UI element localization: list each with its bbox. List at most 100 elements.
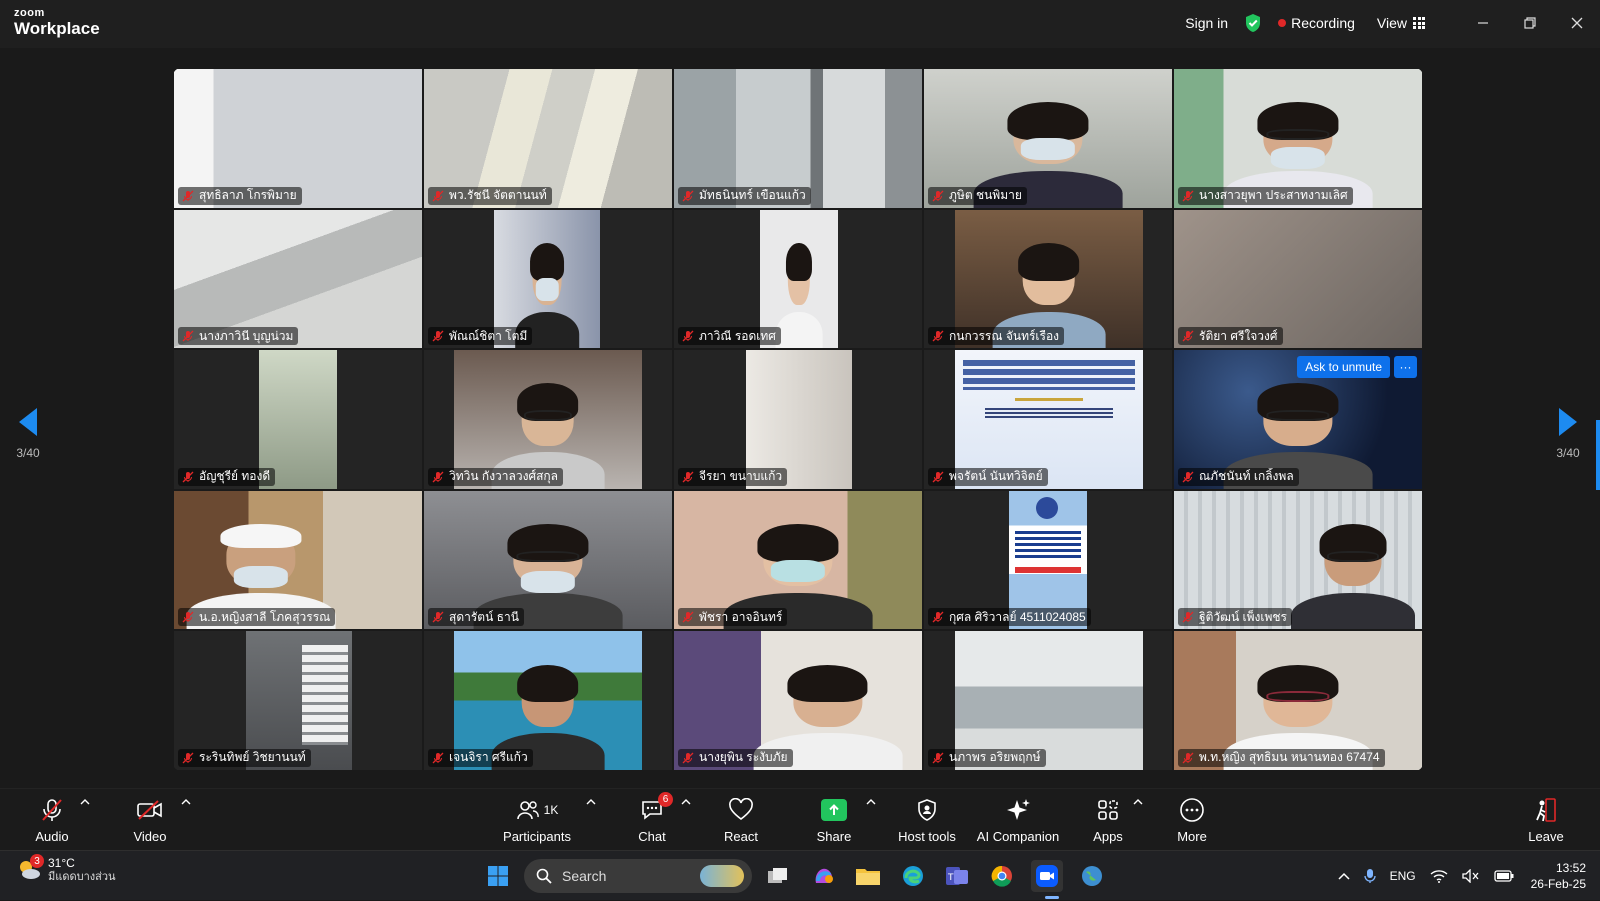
sign-in-link[interactable]: Sign in xyxy=(1185,15,1228,31)
recording-indicator[interactable]: Recording xyxy=(1278,15,1355,31)
video-tile[interactable]: กนกวรรณ จันทร์เรือง xyxy=(923,208,1173,350)
start-button[interactable] xyxy=(482,860,514,892)
video-tile[interactable]: น.อ.หญิงสาลี โภคสุวรรณ xyxy=(173,489,423,631)
video-options-caret[interactable] xyxy=(181,797,191,807)
video-tile[interactable]: ระรินทิพย์ วิชยานนท์ xyxy=(173,630,423,771)
video-button[interactable]: Video xyxy=(128,789,172,851)
participant-name-tag: จีรยา ขนาบแก้ว xyxy=(678,467,788,486)
video-tile[interactable]: พว.รัชนี จัตตานนท์ xyxy=(423,68,673,209)
more-button[interactable]: More xyxy=(1172,789,1212,851)
share-options-caret[interactable] xyxy=(866,797,876,807)
react-button[interactable]: React xyxy=(719,789,763,851)
volume-button[interactable] xyxy=(1461,869,1480,883)
video-tile[interactable]: สุทธิลาภ โกรพิมาย xyxy=(173,68,423,209)
video-tile[interactable]: สุดารัตน์ ธานี xyxy=(423,489,673,631)
teams-app-button[interactable]: T xyxy=(941,860,973,892)
chevron-up-icon xyxy=(1338,872,1350,880)
participant-name-tag: มัทธนินทร์ เขือนแก้ว xyxy=(678,186,811,205)
zoom-taskbar-button[interactable] xyxy=(1031,860,1063,892)
video-tile[interactable]: วิทวิน กังวาลวงศ์สกุล xyxy=(423,349,673,490)
left-arrow-icon xyxy=(19,408,37,436)
participants-options-caret[interactable] xyxy=(586,797,596,807)
view-button[interactable]: View xyxy=(1377,15,1425,31)
host-tools-button[interactable]: Host tools xyxy=(897,789,957,851)
side-panel-handle[interactable] xyxy=(1596,420,1600,490)
language-indicator[interactable]: ENG xyxy=(1390,869,1416,883)
restore-button[interactable] xyxy=(1506,0,1553,46)
copilot-button[interactable] xyxy=(808,860,840,892)
battery-button[interactable] xyxy=(1493,870,1514,882)
minimize-button[interactable] xyxy=(1459,0,1506,46)
video-tile[interactable]: เจนจิรา ศรีแก้ว xyxy=(423,630,673,771)
previous-page-button[interactable]: 3/40 xyxy=(3,408,53,460)
share-button[interactable]: Share xyxy=(812,789,856,851)
globe-app-button[interactable] xyxy=(1076,860,1108,892)
zoom-app-icon xyxy=(1036,865,1058,887)
task-view-button[interactable] xyxy=(762,860,794,892)
video-tile[interactable]: พัณณ์ชิตา โตมี xyxy=(423,208,673,350)
apps-options-caret[interactable] xyxy=(1133,797,1143,807)
close-icon xyxy=(1571,17,1582,29)
video-tile[interactable]: อัญชุรีย์ ทองดี xyxy=(173,349,423,490)
video-tile[interactable]: นางภาวินี บุญน่วม xyxy=(173,208,423,350)
video-tile[interactable]: พ.ท.หญิง สุทธิมน หนานทอง 67474 xyxy=(1173,630,1423,771)
video-tile[interactable]: นางสาวยุพา ประสาทงามเลิศ xyxy=(1173,68,1423,209)
show-hidden-icons-button[interactable] xyxy=(1338,872,1350,880)
host-tools-label: Host tools xyxy=(898,829,956,844)
taskbar-search[interactable]: Search xyxy=(524,859,752,893)
meeting-toolbar: Audio Video 1K Participants 6 Chat React… xyxy=(0,788,1600,850)
apps-label: Apps xyxy=(1093,829,1123,844)
mic-muted-icon xyxy=(932,471,944,483)
audio-options-caret[interactable] xyxy=(80,797,90,807)
participant-name: ภูษิต ชนพิมาย xyxy=(949,188,1022,203)
view-label: View xyxy=(1376,15,1407,31)
chevron-up-icon xyxy=(586,799,596,805)
participants-button[interactable]: 1K Participants xyxy=(500,789,574,851)
mic-muted-icon xyxy=(42,799,62,821)
microphone-in-use-button[interactable] xyxy=(1363,868,1376,884)
participant-name: ณภัชนันท์ เกลิ้งพล xyxy=(1199,469,1294,484)
video-tile[interactable]: ภาวิณี รอดเทศ xyxy=(673,208,923,350)
file-explorer-button[interactable] xyxy=(852,860,884,892)
video-tile[interactable]: พจรัตน์ นันทวิจิตย์ xyxy=(923,349,1173,490)
tile-more-options-button[interactable]: ··· xyxy=(1394,356,1417,379)
leave-button[interactable]: Leave xyxy=(1526,789,1566,851)
video-tile[interactable]: พัชรา อาจอินทร์ xyxy=(673,489,923,631)
ask-to-unmute-button[interactable]: Ask to unmute xyxy=(1297,356,1390,379)
clock[interactable]: 13:52 26-Feb-25 xyxy=(1531,860,1586,892)
mic-muted-icon xyxy=(1182,611,1194,623)
more-icon xyxy=(1180,798,1204,822)
video-tile[interactable]: ฐิติวัฒน์ เพ็งเพชร xyxy=(1173,489,1423,631)
mic-muted-icon xyxy=(432,330,444,342)
wifi-button[interactable] xyxy=(1430,869,1448,883)
participant-name: พจรัตน์ นันทวิจิตย์ xyxy=(949,469,1043,484)
mic-muted-icon xyxy=(432,471,444,483)
video-tile[interactable]: จีรยา ขนาบแก้ว xyxy=(673,349,923,490)
chat-options-caret[interactable] xyxy=(681,797,691,807)
audio-button[interactable]: Audio xyxy=(32,789,72,851)
ai-companion-button[interactable]: AI Companion xyxy=(975,789,1061,851)
video-tile[interactable]: มัทธนินทร์ เขือนแก้ว xyxy=(673,68,923,209)
search-placeholder: Search xyxy=(562,868,607,884)
weather-widget[interactable]: 3 31°C มีแดดบางส่วน xyxy=(16,854,116,884)
mic-muted-icon xyxy=(1182,752,1194,764)
edge-button[interactable] xyxy=(897,860,929,892)
video-tile[interactable]: Ask to unmute ··· ณภัชนันท์ เกลิ้งพล xyxy=(1173,349,1423,490)
shield-check-icon[interactable] xyxy=(1244,13,1262,33)
video-tile[interactable]: นางยุพิน ระงับภัย xyxy=(673,630,923,771)
weather-icon: 3 xyxy=(16,854,44,883)
video-tile[interactable]: รัติยา ศรีใจวงศ์ xyxy=(1173,208,1423,350)
next-page-button[interactable]: 3/40 xyxy=(1543,408,1593,460)
participant-name-tag: พ.ท.หญิง สุทธิมน หนานทอง 67474 xyxy=(1178,748,1385,767)
participant-name-tag: นางภาวินี บุญน่วม xyxy=(178,327,299,346)
participant-name-tag: วิทวิน กังวาลวงศ์สกุล xyxy=(428,467,564,486)
chrome-button[interactable] xyxy=(986,860,1018,892)
apps-button[interactable]: Apps xyxy=(1088,789,1128,851)
close-window-button[interactable] xyxy=(1553,0,1600,46)
video-tile[interactable]: ภูษิต ชนพิมาย xyxy=(923,68,1173,209)
video-tile[interactable]: นภาพร อริยพฤกษ์ xyxy=(923,630,1173,771)
mic-muted-icon xyxy=(432,752,444,764)
video-tile[interactable]: กุศล ศิริวาลย์ 4511024085 xyxy=(923,489,1173,631)
chat-button[interactable]: 6 Chat xyxy=(632,789,673,851)
mic-muted-icon xyxy=(182,190,194,202)
